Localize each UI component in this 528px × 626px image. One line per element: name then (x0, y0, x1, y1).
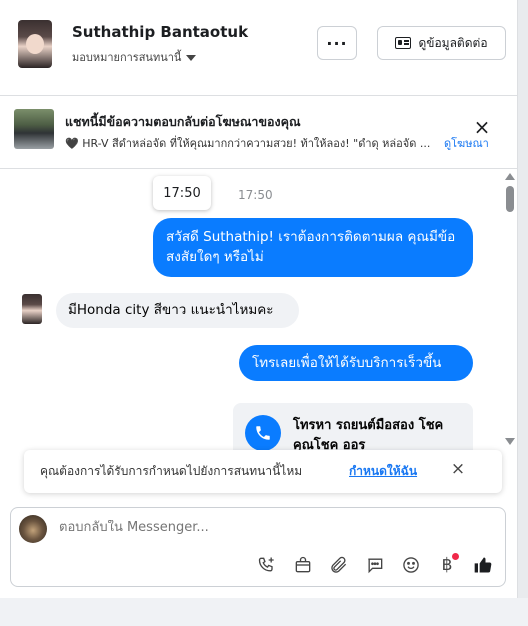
scroll-up-arrow[interactable] (505, 173, 515, 180)
shopping-bag-icon[interactable] (291, 553, 315, 577)
call-button-card[interactable]: โทรหา รถยนต์มือสอง โชคคุณโชค ออร (233, 403, 473, 450)
assign-label: มอบหมายการสนทนานี้ (72, 51, 182, 64)
avatar-face (26, 34, 44, 54)
call-card-label: โทรหา รถยนต์มือสอง โชคคุณโชค ออร (293, 418, 444, 450)
conversation-panel: Suthathip Bantaotuk มอบหมายการสนทนานี้ ·… (0, 0, 518, 598)
time-tooltip: 17:50 (153, 176, 211, 210)
baht-icon[interactable]: ฿ (435, 553, 459, 577)
incoming-message[interactable]: มีHonda city สีขาว แนะนำไหมคะ (56, 293, 299, 328)
contact-card-icon (395, 37, 412, 49)
view-contact-label: ดูข้อมูลติดต่อ (418, 35, 488, 50)
ad-banner-title: แชทนี้มีข้อความตอบกลับต่อโฆษณาของคุณ (65, 114, 301, 129)
page-avatar (19, 515, 47, 543)
message-thread: 17:50 17:50 สวัสดี Suthathip! เราต้องการ… (0, 170, 500, 450)
paperclip-icon[interactable] (327, 553, 351, 577)
close-icon[interactable]: × (472, 117, 492, 138)
thumbs-up-icon[interactable] (471, 553, 495, 577)
more-options-button[interactable]: ··· (317, 26, 357, 60)
ad-reply-banner: แชทนี้มีข้อความตอบกลับต่อโฆษณาของคุณ 🖤 H… (0, 96, 518, 169)
view-contact-button[interactable]: ดูข้อมูลติดต่อ (377, 26, 506, 60)
ad-description: 🖤 HR-V สีดำหล่อจัด ที่ให้คุณมากกว่าความส… (65, 137, 431, 150)
assign-prompt: คุณต้องการได้รับการกำหนดไปยังการสนทนานี้… (24, 450, 502, 493)
notification-dot (452, 553, 459, 560)
phone-icon (245, 415, 281, 450)
contact-name: Suthathip Bantaotuk (72, 23, 249, 41)
phone-plus-icon[interactable] (255, 553, 279, 577)
message-composer: ฿ (10, 507, 506, 587)
chevron-down-icon (186, 55, 197, 61)
assign-dropdown[interactable]: มอบหมายการสนทนานี้ (72, 48, 197, 66)
conversation-header: Suthathip Bantaotuk มอบหมายการสนทนานี้ ·… (0, 0, 518, 96)
assign-to-me-link[interactable]: กำหนดให้ฉัน (349, 462, 417, 481)
outgoing-message[interactable]: โทรเลยเพื่อให้ได้รับบริการเร็วขึ้น (239, 345, 473, 381)
saved-replies-icon[interactable] (363, 553, 387, 577)
window-bottom-strip (0, 598, 528, 626)
emoji-icon[interactable] (399, 553, 423, 577)
scrollbar-thumb[interactable] (506, 186, 514, 212)
sender-avatar (22, 294, 42, 324)
close-icon[interactable]: × (449, 461, 467, 479)
scroll-down-arrow[interactable] (505, 438, 515, 445)
composer-toolbar: ฿ (255, 552, 495, 578)
reply-input[interactable] (59, 520, 359, 535)
assign-prompt-text: คุณต้องการได้รับการกำหนดไปยังการสนทนานี้… (40, 464, 303, 478)
baht-symbol: ฿ (441, 555, 453, 575)
outgoing-message[interactable]: สวัสดี Suthathip! เราต้องการติดตามผล คุณ… (153, 218, 473, 277)
contact-avatar[interactable] (18, 20, 52, 68)
message-timestamp: 17:50 (238, 188, 273, 202)
ad-thumbnail[interactable] (14, 109, 54, 149)
